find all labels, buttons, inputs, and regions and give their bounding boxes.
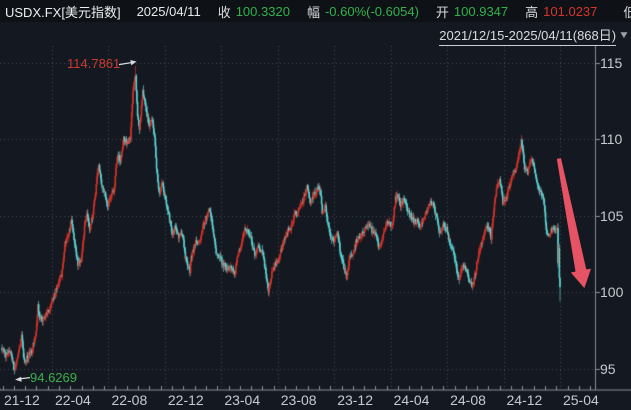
chart-app-window: USDX.FX[美元指数] 2025/04/11 收 100.3320 幅 -0… [0, 0, 631, 410]
x-axis-label: 24-04 [394, 392, 430, 408]
change-field: 幅 -0.60%(-0.6054) [307, 2, 419, 21]
y-axis-label: 100 [600, 284, 623, 300]
y-axis-label: 95 [600, 361, 616, 377]
y-axis-label: 105 [600, 208, 623, 224]
change-value: -0.60%(-0.6054) [325, 4, 419, 19]
open-field: 开 100.9347 [436, 2, 508, 21]
y-axis-label: 110 [600, 131, 622, 147]
x-axis-label: 23-12 [337, 392, 373, 408]
high-value: 101.0237 [543, 4, 597, 19]
x-axis-label: 25-04 [563, 392, 599, 408]
symbol-name: USDX.FX[美元指数] [5, 2, 121, 21]
change-label: 幅 [307, 2, 320, 21]
x-axis-label: 22-04 [55, 392, 91, 408]
open-value: 100.9347 [454, 4, 508, 19]
x-axis-label: 23-08 [281, 392, 317, 408]
high-label: 高 [525, 2, 538, 21]
quote-header: USDX.FX[美元指数] 2025/04/11 收 100.3320 幅 -0… [0, 0, 631, 22]
x-axis-label: 22-12 [168, 392, 204, 408]
close-label: 收 [218, 2, 231, 21]
y-axis-label: 115 [600, 55, 622, 71]
dropdown-caret-icon: ▼ [618, 30, 630, 41]
x-axis-label: 24-08 [450, 392, 486, 408]
quote-date: 2025/04/11 [137, 4, 201, 19]
low-field: 低 [623, 2, 631, 21]
low-label: 低 [623, 2, 631, 21]
trough-price-annotation: 94.6269 [30, 370, 77, 385]
open-label: 开 [436, 2, 449, 21]
date-range-text: 2021/12/15-2025/04/11(868日) [439, 25, 616, 46]
high-field: 高 101.0237 [525, 2, 597, 21]
x-axis-label: 24-12 [507, 392, 543, 408]
peak-price-annotation: 114.7861 [67, 56, 120, 71]
close-value: 100.3320 [236, 4, 290, 19]
x-axis-label: 22-08 [111, 392, 147, 408]
date-range-selector[interactable]: 2021/12/15-2025/04/11(868日) ▼ [439, 27, 629, 44]
close-field: 收 100.3320 [218, 2, 290, 21]
x-axis-label: 23-04 [224, 392, 260, 408]
x-axis-label: 21-12 [4, 392, 40, 408]
